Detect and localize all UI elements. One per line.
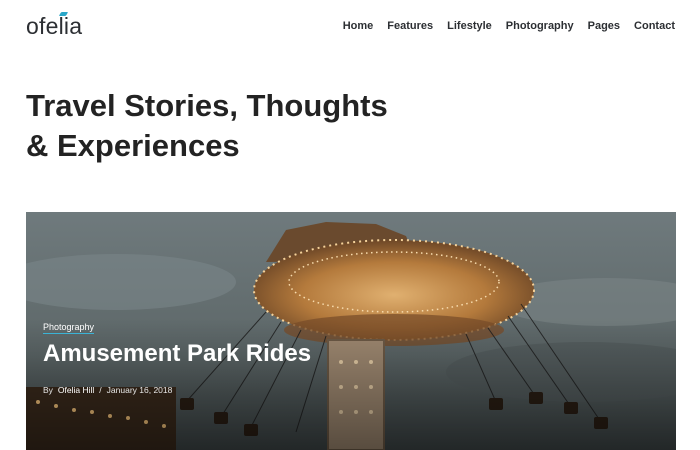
page-title: Travel Stories, Thoughts & Experiences bbox=[26, 86, 446, 166]
post-date: January 16, 2018 bbox=[106, 385, 173, 395]
post-author-prefix: By bbox=[43, 385, 53, 395]
page-title-line-2: & Experiences bbox=[26, 128, 240, 163]
page-title-line-1: Travel Stories, Thoughts bbox=[26, 88, 388, 123]
nav-item-features[interactable]: Features bbox=[387, 20, 433, 32]
nav-item-home[interactable]: Home bbox=[343, 20, 374, 32]
post-meta: By Ofelia Hill / January 16, 2018 bbox=[43, 385, 172, 395]
post-category-link[interactable]: Photography bbox=[43, 322, 95, 334]
main-navigation: Home Features Lifestyle Photography Page… bbox=[343, 20, 675, 32]
swing-carousel-illustration bbox=[26, 212, 676, 450]
post-author-link[interactable]: Ofelia Hill bbox=[58, 385, 94, 395]
post-title[interactable]: Amusement Park Rides bbox=[43, 340, 311, 368]
nav-item-lifestyle[interactable]: Lifestyle bbox=[447, 20, 492, 32]
site-logo[interactable]: ofelia bbox=[26, 13, 82, 40]
nav-item-pages[interactable]: Pages bbox=[588, 20, 620, 32]
nav-item-photography[interactable]: Photography bbox=[506, 20, 574, 32]
post-meta-separator: / bbox=[99, 385, 102, 395]
featured-post-image[interactable] bbox=[26, 212, 676, 450]
nav-item-contact[interactable]: Contact bbox=[634, 20, 675, 32]
